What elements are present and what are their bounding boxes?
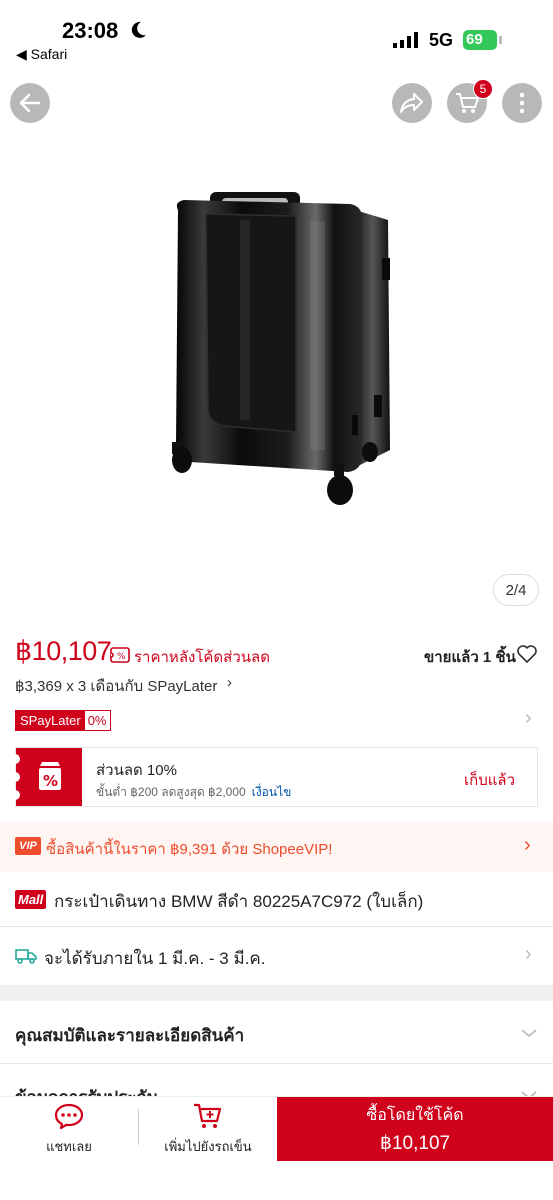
status-time: 23:08 bbox=[62, 18, 119, 43]
divider bbox=[0, 926, 553, 927]
svg-text:%: % bbox=[117, 652, 126, 662]
buy-with-code-button[interactable]: ซื้อโดยใช้โค้ด ฿10,107 bbox=[277, 1097, 553, 1161]
bottom-action-bar: แชทเลย เพิ่มไปยังรถเข็น ซื้อโดยใช้โค้ด ฿… bbox=[0, 1096, 553, 1161]
back-button[interactable] bbox=[10, 83, 50, 123]
voucher-notch bbox=[10, 790, 20, 800]
spaylater-chevron-icon[interactable]: › bbox=[525, 707, 532, 730]
installment-chevron-icon: › bbox=[227, 674, 232, 691]
battery-cap bbox=[499, 36, 502, 44]
divider bbox=[0, 1063, 553, 1064]
truck-icon bbox=[15, 949, 37, 964]
spaylater-label: SPayLater bbox=[16, 711, 85, 730]
price-tag-icon: % bbox=[110, 647, 130, 663]
mall-badge: Mall bbox=[15, 890, 47, 909]
vip-chevron-icon: › bbox=[524, 834, 531, 856]
vip-banner[interactable]: VIP ซื้อสินค้านี้ในราคา ฿9,391 ด้วย Shop… bbox=[0, 822, 553, 872]
chevron-down-icon[interactable] bbox=[520, 1028, 538, 1038]
moon-icon bbox=[131, 21, 146, 38]
signal-icon bbox=[393, 32, 418, 48]
installment-info[interactable]: ฿3,369 x 3 เดือนกับ SPayLater bbox=[15, 674, 217, 698]
share-button[interactable] bbox=[392, 83, 432, 123]
buy-label: ซื้อโดยใช้โค้ด bbox=[366, 1107, 464, 1124]
voucher-claim-status[interactable]: เก็บแล้ว bbox=[464, 768, 515, 792]
chat-label: แชทเลย bbox=[46, 1138, 92, 1154]
share-icon bbox=[400, 93, 423, 113]
spaylater-badge[interactable]: SPayLater 0% bbox=[15, 710, 111, 731]
voucher-notch bbox=[10, 772, 20, 782]
product-image[interactable] bbox=[150, 180, 410, 520]
heart-icon[interactable] bbox=[516, 644, 538, 664]
add-to-cart-label: เพิ่มไปยังรถเข็น bbox=[164, 1138, 252, 1154]
image-counter: 2/4 bbox=[493, 574, 539, 606]
voucher-title: ส่วนลด 10% bbox=[96, 762, 177, 779]
delivery-chevron-icon[interactable]: › bbox=[525, 943, 532, 966]
buy-price: ฿10,107 bbox=[379, 1133, 451, 1154]
voucher-card[interactable]: % ส่วนลด 10% ขั้นต่ำ ฿200 ลดสูงสุด ฿2,00… bbox=[10, 747, 538, 807]
vip-offer-text: ซื้อสินค้านี้ในราคา ฿9,391 ด้วย ShopeeVI… bbox=[46, 841, 333, 858]
chat-button[interactable]: แชทเลย bbox=[0, 1097, 138, 1161]
more-options-button[interactable] bbox=[502, 83, 542, 123]
cart-count-badge: 5 bbox=[473, 79, 493, 99]
product-title: กระเป๋าเดินทาง BMW สีดำ 80225A7C972 (ใบเ… bbox=[54, 892, 424, 911]
voucher-notch bbox=[10, 754, 20, 764]
cart-button[interactable]: 5 bbox=[447, 79, 493, 123]
voucher-percent-icon: % bbox=[39, 762, 61, 790]
price-after-discount-note: ราคาหลังโค้ดส่วนลด bbox=[134, 649, 270, 666]
product-price: ฿10,107 bbox=[15, 636, 112, 666]
svg-text:%: % bbox=[43, 772, 58, 790]
delivery-estimate[interactable]: จะได้รับภายใน 1 มี.ค. - 3 มี.ค. bbox=[44, 945, 265, 972]
section-gap bbox=[0, 985, 553, 1001]
battery-indicator: 69 bbox=[463, 30, 503, 50]
battery-level: 69 bbox=[463, 30, 497, 50]
sold-count: ขายแล้ว 1 ชิ้น bbox=[424, 649, 516, 666]
add-cart-icon bbox=[194, 1103, 222, 1128]
voucher-detail-row: ขั้นต่ำ ฿200 ลดสูงสุด ฿2,000 เงื่อนไข bbox=[96, 783, 291, 802]
back-arrow-icon bbox=[19, 93, 41, 113]
more-icon bbox=[519, 92, 525, 114]
vip-badge: VIP bbox=[15, 837, 41, 855]
network-type: 5G bbox=[429, 30, 454, 50]
add-to-cart-button[interactable]: เพิ่มไปยังรถเข็น bbox=[139, 1097, 277, 1161]
chat-icon bbox=[54, 1103, 84, 1129]
voucher-icon-panel: % bbox=[10, 748, 82, 806]
voucher-detail: ขั้นต่ำ ฿200 ลดสูงสุด ฿2,000 bbox=[96, 785, 246, 799]
specs-section-title[interactable]: คุณสมบัติและรายละเอียดสินค้า bbox=[15, 1022, 244, 1049]
status-bar: 23:08 ◀ Safari 5G 69 bbox=[0, 0, 553, 70]
spaylater-rate: 0% bbox=[87, 713, 107, 728]
back-to-app-link[interactable]: ◀ Safari bbox=[16, 46, 67, 63]
voucher-condition-link[interactable]: เงื่อนไข bbox=[252, 785, 292, 799]
